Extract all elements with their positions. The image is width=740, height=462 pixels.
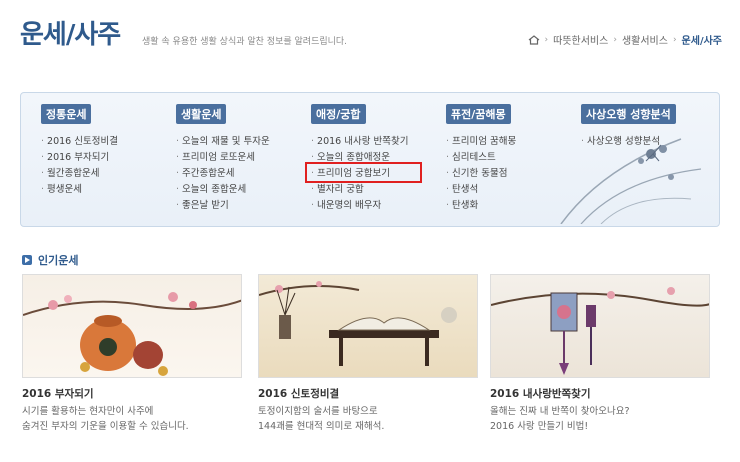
card-thumbnail[interactable] — [258, 274, 478, 378]
orchid-illustration — [560, 138, 702, 224]
section-title-popular: 인기운세 — [22, 252, 78, 268]
card-title[interactable]: 2016 부자되기 — [22, 386, 242, 401]
menu-item[interactable]: 프리미엄 로또운세 — [176, 150, 270, 166]
breadcrumb-item[interactable]: 생활서비스 — [622, 32, 668, 47]
breadcrumb-current: 운세/사주 — [681, 36, 722, 47]
fortune-card[interactable]: 2016 신토정비결 토정이지함의 술서를 바탕으로 144괘를 현대적 의미로… — [258, 274, 478, 434]
menu-item[interactable]: 월간종합운세 — [41, 166, 118, 182]
card-text: 올해는 진짜 내 반쪽이 찾아오나요? — [490, 406, 630, 417]
card-text: 시기를 활용하는 현자만이 사주에 — [22, 406, 154, 417]
home-icon[interactable] — [528, 34, 540, 45]
fortune-card[interactable]: 2016 부자되기 시기를 활용하는 현자만이 사주에 숨겨진 부자의 기운을 … — [22, 274, 242, 434]
menu-item[interactable]: 탄생석 — [446, 182, 516, 198]
menu-heading[interactable]: 생활운세 — [176, 104, 227, 124]
menu-item[interactable]: 내운명의 배우자 — [311, 198, 408, 214]
menu-item[interactable]: 오늘의 종합운세 — [176, 182, 270, 198]
menu-item[interactable]: 좋은날 받기 — [176, 198, 270, 214]
fortune-card[interactable]: 2016 내사랑반쪽찾기 올해는 진짜 내 반쪽이 찾아오나요? 2016 사랑… — [490, 274, 710, 434]
menu-item[interactable]: 평생운세 — [41, 182, 118, 198]
card-text: 숨겨진 부자의 기운을 이용할 수 있습니다. — [22, 421, 189, 432]
card-text: 2016 사랑 만들기 비법! — [490, 421, 589, 432]
card-text: 토정이지함의 술서를 바탕으로 — [258, 406, 378, 417]
menu-item[interactable]: 주간종합운세 — [176, 166, 270, 182]
menu-item[interactable]: 2016 내사랑 반쪽찾기 — [311, 134, 408, 150]
menu-heading[interactable]: 애정/궁합 — [311, 104, 366, 124]
breadcrumb: › 따뜻한서비스 › 생활서비스 › 운세/사주 — [528, 32, 722, 47]
section-title-text: 인기운세 — [38, 254, 79, 267]
menu-item[interactable]: 오늘의 재물 및 투자운 — [176, 134, 270, 150]
menu-item[interactable]: 신기한 동물점 — [446, 166, 516, 182]
menu-heading[interactable]: 퓨전/꿈해몽 — [446, 104, 511, 124]
page-title: 운세/사주 — [20, 20, 121, 50]
card-thumbnail[interactable] — [490, 274, 710, 378]
menu-item[interactable]: 별자리 궁합 — [311, 182, 408, 198]
menu-column: 생활운세 오늘의 재물 및 투자운 프리미엄 로또운세 주간종합운세 오늘의 종… — [176, 103, 270, 214]
menu-item[interactable]: 2016 신토정비결 — [41, 134, 118, 150]
section-bullet-icon — [22, 255, 32, 265]
menu-item[interactable]: 탄생화 — [446, 198, 516, 214]
menu-column: 퓨전/꿈해몽 프리미엄 꿈해몽 심리테스트 신기한 동물점 탄생석 탄생화 — [446, 103, 516, 214]
card-title[interactable]: 2016 신토정비결 — [258, 386, 478, 401]
page-description: 생활 속 유용한 생활 상식과 알찬 정보를 알려드립니다. — [142, 37, 348, 47]
menu-column: 애정/궁합 2016 내사랑 반쪽찾기 오늘의 종합애정운 프리미엄 궁합보기 … — [311, 103, 408, 214]
menu-heading[interactable]: 정통운세 — [41, 104, 92, 124]
menu-item[interactable]: 프리미엄 꿈해몽 — [446, 134, 516, 150]
card-text: 144괘를 현대적 의미로 재해석. — [258, 421, 385, 432]
card-title[interactable]: 2016 내사랑반쪽찾기 — [490, 386, 710, 401]
menu-column: 정통운세 2016 신토정비결 2016 부자되기 월간종합운세 평생운세 — [41, 103, 118, 198]
menu-item[interactable]: 2016 부자되기 — [41, 150, 118, 166]
breadcrumb-item[interactable]: 따뜻한서비스 — [553, 32, 608, 47]
highlight-box — [305, 162, 422, 183]
category-menu: 정통운세 2016 신토정비결 2016 부자되기 월간종합운세 평생운세 생활… — [20, 92, 720, 227]
card-thumbnail[interactable] — [22, 274, 242, 378]
menu-item[interactable]: 심리테스트 — [446, 150, 516, 166]
